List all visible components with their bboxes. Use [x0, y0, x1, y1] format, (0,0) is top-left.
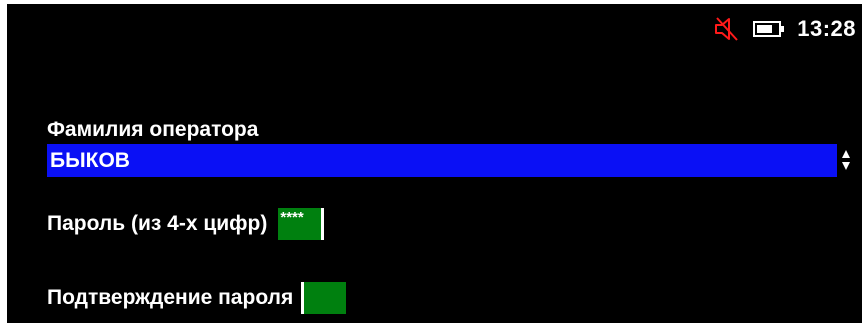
- device-screen: 13:28 Фамилия оператора БЫКОВ Пароль (из…: [7, 4, 862, 323]
- status-bar: 13:28: [713, 15, 856, 43]
- confirm-password-label: Подтверждение пароля: [47, 286, 294, 309]
- operator-select[interactable]: БЫКОВ: [47, 144, 837, 177]
- text-caret: [321, 208, 325, 240]
- operator-label: Фамилия оператора: [47, 118, 259, 141]
- confirm-password-field: [304, 282, 347, 314]
- confirm-row: Подтверждение пароля: [47, 282, 347, 314]
- clock: 13:28: [797, 16, 856, 41]
- battery-icon: [753, 21, 785, 37]
- up-down-arrows-icon[interactable]: [841, 149, 851, 171]
- password-input[interactable]: ****: [278, 208, 322, 240]
- password-label: Пароль (из 4-х цифр): [47, 212, 268, 235]
- confirm-password-input[interactable]: [301, 282, 347, 314]
- password-masked-value: ****: [280, 209, 304, 226]
- mute-icon: [715, 17, 738, 41]
- operator-select-value: БЫКОВ: [50, 148, 130, 172]
- password-row: Пароль (из 4-х цифр) ****: [47, 208, 325, 240]
